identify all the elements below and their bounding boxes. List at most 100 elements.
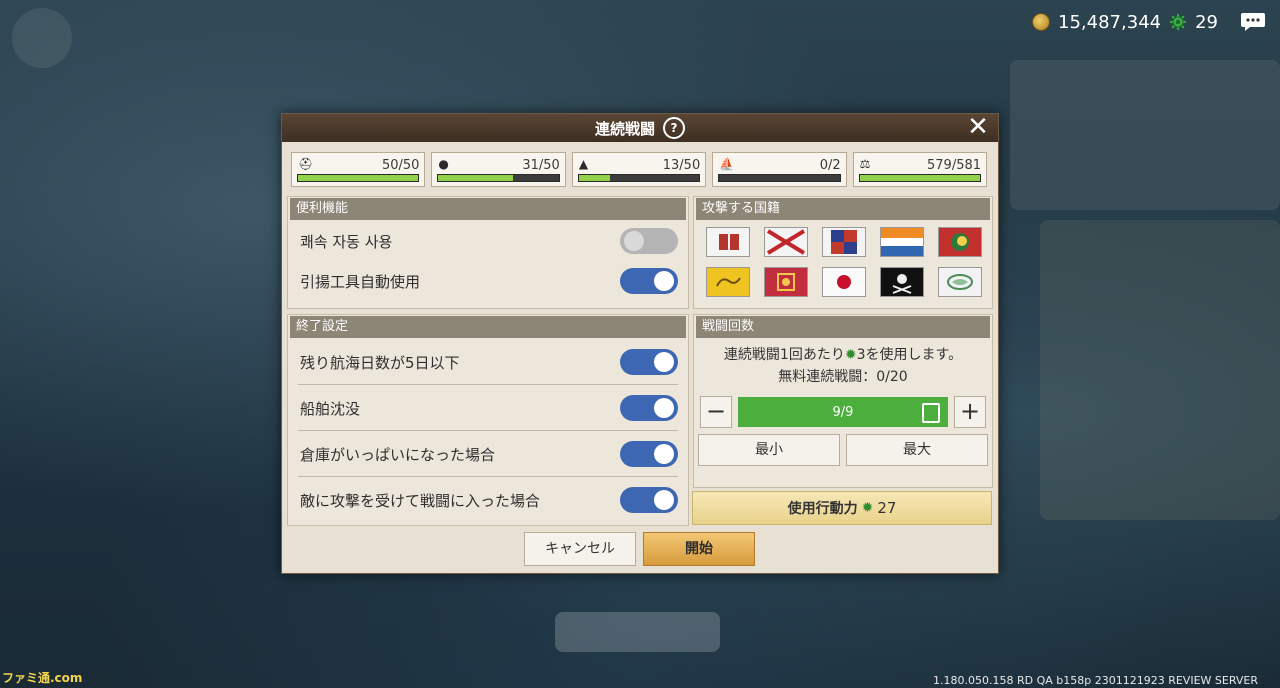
continuous-battle-dialog: 連続戦闘 ? ✕ ⛑ 50/50 ● 31/50 ▲ 13/50 ⛵ 0/2 ⚖… xyxy=(281,113,999,574)
min-max-buttons: 最小 最大 xyxy=(698,434,988,466)
background-avatar xyxy=(12,8,72,68)
hanseatic-flag[interactable] xyxy=(938,267,982,297)
action-points-icon xyxy=(1169,13,1187,31)
japan-flag[interactable] xyxy=(822,267,866,297)
attacked-toggle[interactable] xyxy=(620,487,678,513)
stat-bar xyxy=(577,174,701,182)
pirate-flag[interactable] xyxy=(880,267,924,297)
nationality-panel: 攻撃する国籍 xyxy=(693,196,993,309)
stat-value: 50/50 xyxy=(381,158,420,173)
ottoman-flag[interactable] xyxy=(938,227,982,257)
stat-bar-fill xyxy=(438,175,514,181)
background-panel xyxy=(1040,220,1280,520)
panel-title: 攻撃する国籍 xyxy=(696,198,990,220)
cancel-button[interactable]: キャンセル xyxy=(524,532,636,566)
stat-bar xyxy=(858,174,982,182)
stat-bar xyxy=(437,174,560,182)
setting-row: 引揚工具自動使用 xyxy=(288,261,688,301)
china-flag[interactable] xyxy=(706,267,750,297)
scale-icon: ⚖ xyxy=(859,157,871,171)
low-days-toggle[interactable] xyxy=(620,349,678,375)
coin-icon xyxy=(1032,13,1051,31)
toggle-knob xyxy=(654,398,674,418)
cost-note: 連続戦闘1回あたり✹3を使用します。 無料連続戦闘：0/20 xyxy=(694,344,992,388)
stat-value: 579/581 xyxy=(927,158,982,173)
stat-value: 13/50 xyxy=(662,158,701,173)
stat-bar-fill xyxy=(298,175,419,181)
setting-row: 残り航海日数が5日以下 xyxy=(288,339,688,385)
salvage-tool-toggle[interactable] xyxy=(620,268,678,294)
england-royal-flag[interactable] xyxy=(822,227,866,257)
coin-count: 15,487,344 xyxy=(1058,11,1162,33)
setting-label: 쾌속 자동 사용 xyxy=(300,232,393,251)
calculator-icon[interactable] xyxy=(922,403,940,423)
max-button[interactable]: 最大 xyxy=(846,434,988,466)
start-button[interactable]: 開始 xyxy=(643,532,755,566)
portugal-flag[interactable] xyxy=(706,227,750,257)
stat-crew: ⛑ 50/50 xyxy=(291,152,426,187)
toggle-knob xyxy=(654,444,674,464)
stat-value: 31/50 xyxy=(522,158,560,173)
chat-icon[interactable] xyxy=(1240,11,1266,33)
top-status-bar: 15,487,344 29 xyxy=(1032,8,1266,36)
help-icon[interactable]: ? xyxy=(663,117,685,139)
free-battle-count: 無料連続戦闘：0/20 xyxy=(778,369,908,385)
cargo-full-toggle[interactable] xyxy=(620,441,678,467)
dialog-header: 連続戦闘 ? ✕ xyxy=(282,114,998,142)
background-map xyxy=(1010,60,1280,210)
stat-ships: ⛵ 0/2 xyxy=(712,152,847,187)
stat-bar-fill xyxy=(859,175,980,181)
fleet-stats: ⛑ 50/50 ● 31/50 ▲ 13/50 ⛵ 0/2 ⚖ 579/581 xyxy=(291,152,988,188)
setting-row: 敵に攻撃を受けて戦闘に入った場合 xyxy=(288,477,688,523)
min-button[interactable]: 最小 xyxy=(698,434,840,466)
sailors-icon: ▲ xyxy=(578,157,589,171)
panel-title: 終了設定 xyxy=(290,316,686,338)
ship-sunk-toggle[interactable] xyxy=(620,395,678,421)
action-points-small-icon: ✹ xyxy=(861,500,874,516)
battle-count-panel: 戦闘回数 連続戦闘1回あたり✹3を使用します。 無料連続戦闘：0/20 − 9/… xyxy=(693,314,993,488)
stat-bar xyxy=(718,174,841,182)
action-cost-value: 27 xyxy=(877,499,897,517)
dialog-title: 連続戦闘 xyxy=(594,119,655,138)
close-button[interactable]: ✕ xyxy=(966,114,990,140)
action-points-count: 29 xyxy=(1195,11,1218,33)
setting-label: 引揚工具自動使用 xyxy=(300,272,421,291)
action-cost-bar: 使用行動力 ✹ 27 xyxy=(692,491,992,525)
cost-note-prefix: 連続戦闘1回あたり xyxy=(723,347,845,363)
battle-count-value: 9/9 xyxy=(832,404,854,420)
panel-title: 戦闘回数 xyxy=(696,316,990,338)
toggle-knob xyxy=(624,231,644,251)
toggle-knob xyxy=(654,352,674,372)
end-settings-panel: 終了設定 残り航海日数が5日以下 船舶沈没 倉庫がいっぱいになった場合 敵に攻撃… xyxy=(287,314,689,526)
setting-label: 倉庫がいっぱいになった場合 xyxy=(300,445,496,464)
stat-value: 0/2 xyxy=(819,158,841,173)
stat-sailors: ▲ 13/50 xyxy=(571,152,707,187)
battle-count-field[interactable]: 9/9 xyxy=(738,397,948,427)
fast-auto-toggle[interactable] xyxy=(620,228,678,254)
battle-count-stepper: − 9/9 + xyxy=(700,396,986,428)
crew-icon: ⛑ xyxy=(298,157,314,171)
setting-row: 쾌속 자동 사용 xyxy=(288,221,688,261)
stat-food: ● 31/50 xyxy=(431,152,566,187)
stat-bar xyxy=(297,174,420,182)
cost-note-suffix: 3を使用します。 xyxy=(856,347,963,363)
panel-title: 便利機能 xyxy=(290,198,686,220)
action-points-small-icon: ✹ xyxy=(844,347,857,363)
netherlands-flag[interactable] xyxy=(880,227,924,257)
toggle-knob xyxy=(654,271,674,291)
increment-button[interactable]: + xyxy=(954,396,986,428)
ship-icon: ⛵ xyxy=(719,157,735,171)
action-cost-label: 使用行動力 xyxy=(787,501,858,517)
setting-label: 船舶沈没 xyxy=(300,399,361,418)
decrement-button[interactable]: − xyxy=(700,396,732,428)
burgundy-cross-flag[interactable] xyxy=(764,227,808,257)
version-text: 1.180.050.158 RD QA b158p 2301121923 REV… xyxy=(933,674,1258,687)
flag-grid xyxy=(694,221,992,303)
food-bag-icon: ● xyxy=(438,157,449,171)
venice-flag[interactable] xyxy=(764,267,808,297)
toggle-knob xyxy=(654,490,674,510)
background-button xyxy=(555,612,720,652)
setting-label: 残り航海日数が5日以下 xyxy=(300,353,460,372)
stat-bar-fill xyxy=(578,175,611,181)
setting-row: 船舶沈没 xyxy=(288,385,688,431)
